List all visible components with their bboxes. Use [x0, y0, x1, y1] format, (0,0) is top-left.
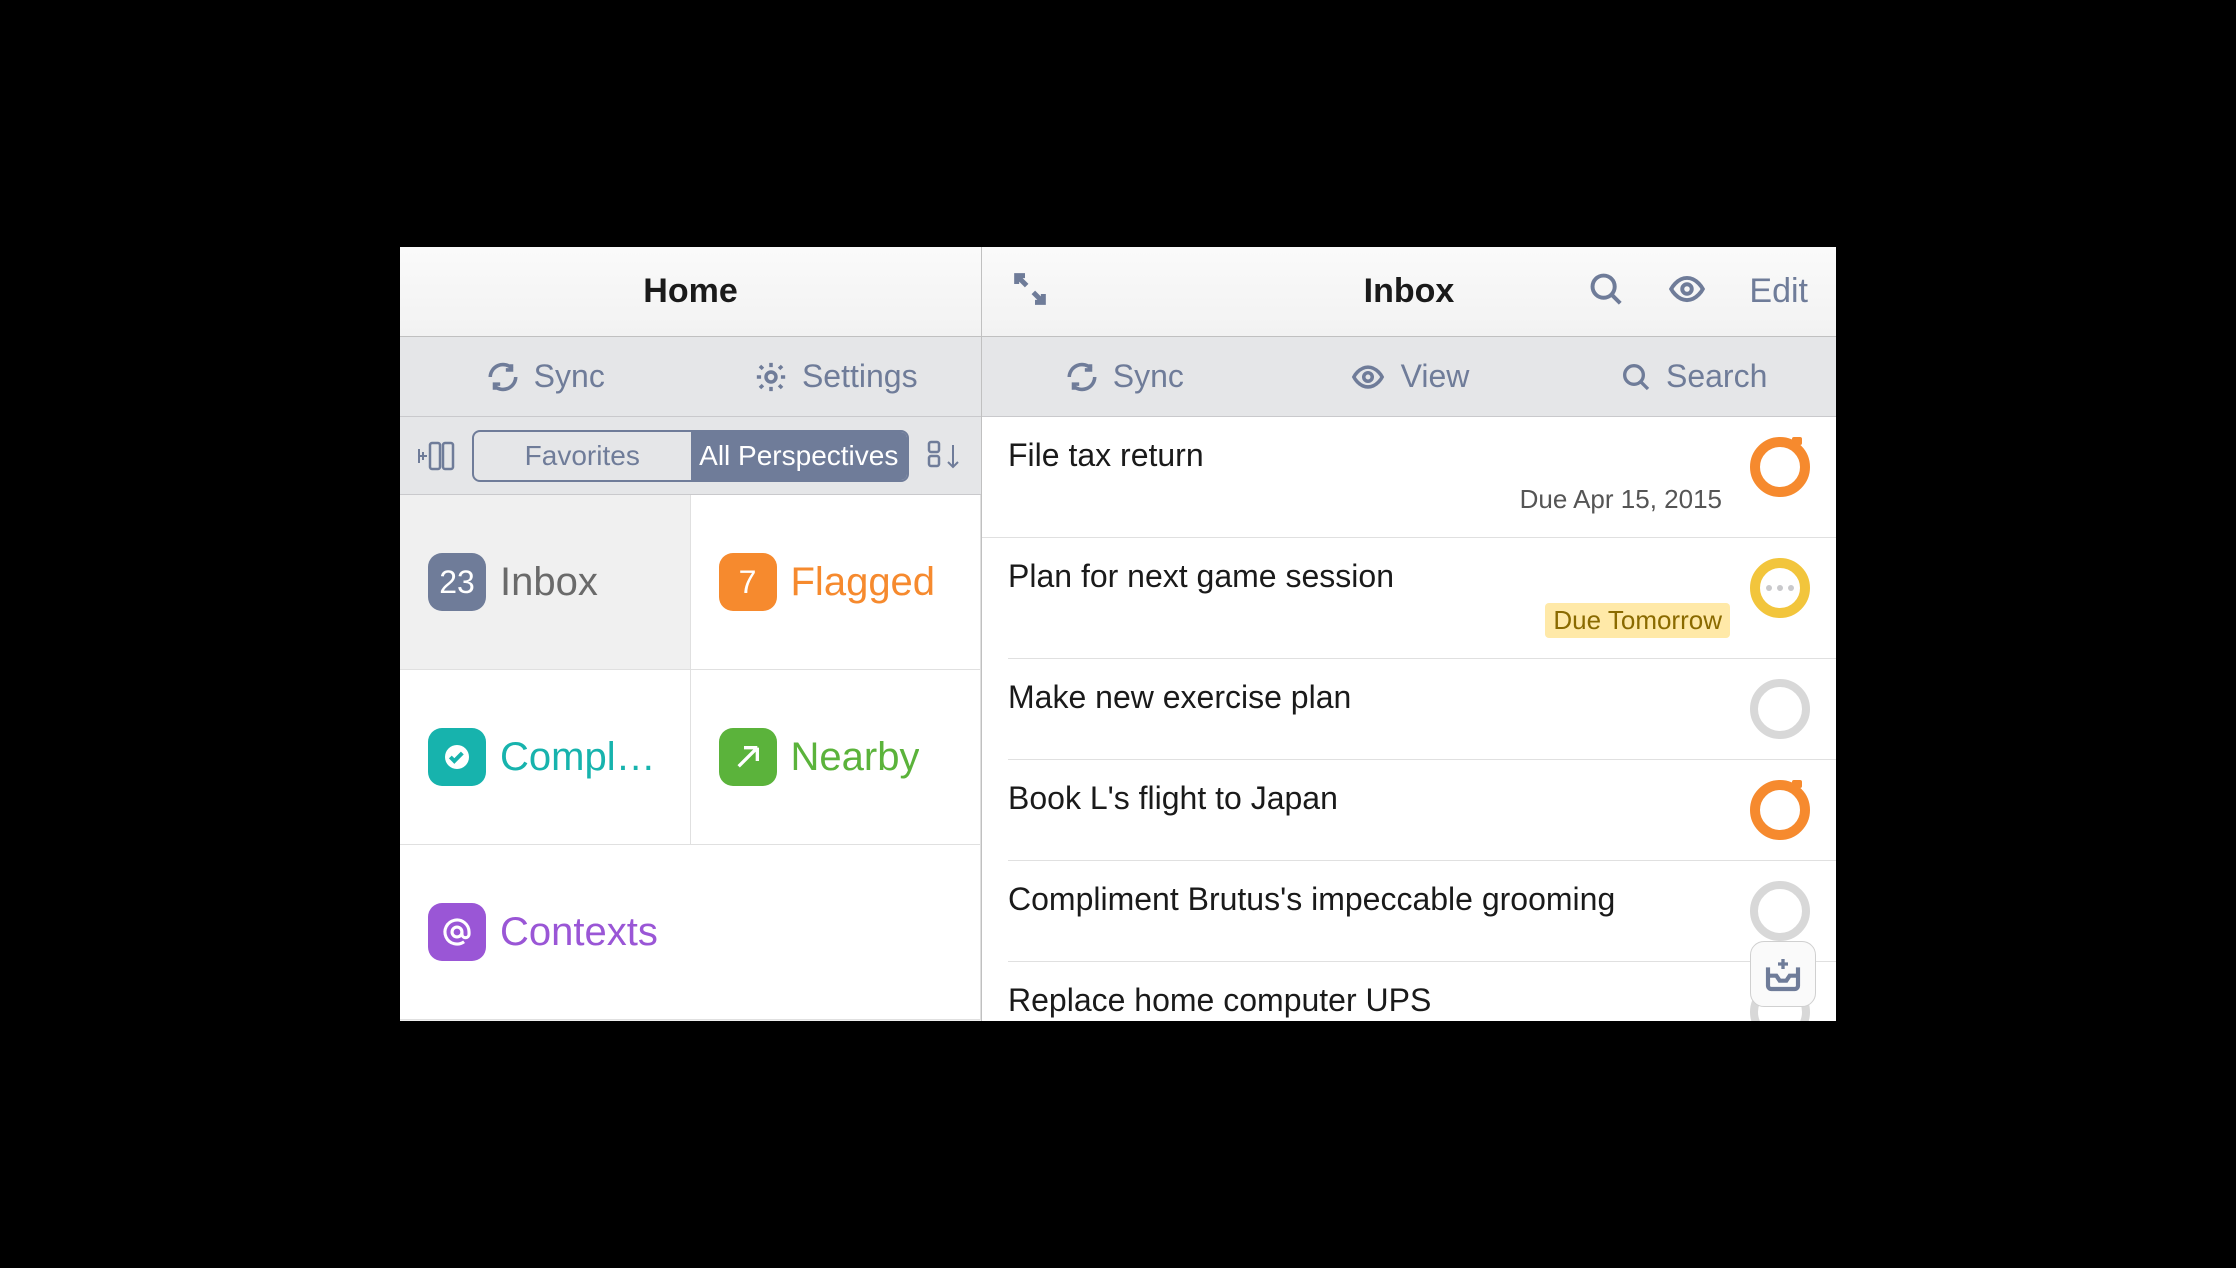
- expand-button[interactable]: [1010, 269, 1050, 314]
- edit-button[interactable]: Edit: [1749, 272, 1808, 311]
- arrange-icon: [926, 439, 964, 473]
- add-column-icon: [416, 439, 456, 473]
- detail-topbar: Inbox Edit: [982, 247, 1836, 337]
- perspective-tile-compl[interactable]: Compl…: [400, 670, 691, 845]
- perspective-grid: 23 Inbox 7 Flagged Compl… Nearby Contexts: [400, 495, 981, 1021]
- detail-toolbar: Sync View Search: [982, 337, 1836, 417]
- new-inbox-item-button[interactable]: [1750, 941, 1816, 1007]
- task-item[interactable]: Replace home computer UPS: [1008, 962, 1836, 1021]
- view-options-button[interactable]: [1665, 270, 1709, 313]
- inbox-plus-icon: [1763, 954, 1803, 994]
- perspective-label: Compl…: [500, 735, 656, 780]
- perspective-tile-inbox[interactable]: 23 Inbox: [400, 495, 691, 670]
- perspective-label: Contexts: [500, 910, 658, 955]
- perspective-label: Nearby: [791, 735, 920, 780]
- task-item[interactable]: Plan for next game session Due Tomorrow: [1008, 538, 1836, 659]
- arrow-icon: [719, 728, 777, 786]
- task-status-circle[interactable]: [1750, 881, 1810, 941]
- task-item[interactable]: Compliment Brutus's impeccable grooming: [1008, 861, 1836, 962]
- search-icon: [1587, 270, 1625, 308]
- segment-all-perspectives[interactable]: All Perspectives: [691, 432, 908, 480]
- sync-button[interactable]: Sync: [400, 337, 691, 416]
- add-perspective-button[interactable]: [410, 439, 462, 473]
- sync-icon: [1065, 360, 1099, 394]
- eye-icon: [1665, 270, 1709, 308]
- perspective-label: Inbox: [500, 560, 598, 605]
- gear-icon: [754, 360, 788, 394]
- perspective-segment[interactable]: Favorites All Perspectives: [472, 430, 909, 482]
- at-icon: [428, 903, 486, 961]
- task-item[interactable]: Make new exercise plan: [1008, 659, 1836, 760]
- detail-view-button[interactable]: View: [1267, 337, 1552, 416]
- detail-pane: Inbox Edit Sync View Se: [982, 247, 1836, 1021]
- sync-label: Sync: [1113, 358, 1184, 395]
- check-icon: [428, 728, 486, 786]
- task-title: Book L's flight to Japan: [1008, 780, 1730, 817]
- task-list[interactable]: File tax return Due Apr 15, 2015 Plan for …: [982, 417, 1836, 1021]
- task-title: Compliment Brutus's impeccable grooming: [1008, 881, 1730, 918]
- sidebar-title: Home: [400, 272, 981, 311]
- sidebar-topbar: Home: [400, 247, 981, 337]
- task-status-circle[interactable]: [1750, 558, 1810, 618]
- perspective-mode-row: Favorites All Perspectives: [400, 417, 981, 495]
- sync-label: Sync: [534, 358, 605, 395]
- task-due-label: Due Apr 15, 2015: [1512, 482, 1730, 517]
- task-status-circle[interactable]: [1750, 679, 1810, 739]
- task-due-label: Due Tomorrow: [1545, 603, 1730, 638]
- perspective-label: Flagged: [791, 560, 936, 605]
- search-icon: [1620, 361, 1652, 393]
- perspective-tile-flagged[interactable]: 7 Flagged: [691, 495, 982, 670]
- task-item[interactable]: File tax return Due Apr 15, 2015: [982, 417, 1836, 538]
- task-title: Plan for next game session: [1008, 558, 1730, 595]
- view-label: View: [1401, 358, 1470, 395]
- count-badge: 23: [428, 553, 486, 611]
- settings-button[interactable]: Settings: [691, 337, 982, 416]
- detail-sync-button[interactable]: Sync: [982, 337, 1267, 416]
- sidebar-pane: Home Sync Settings Favorites All Perspec…: [400, 247, 982, 1021]
- search-button[interactable]: [1587, 270, 1625, 313]
- sync-icon: [486, 360, 520, 394]
- detail-search-button[interactable]: Search: [1551, 337, 1836, 416]
- task-title: Make new exercise plan: [1008, 679, 1730, 716]
- perspective-tile-nearby[interactable]: Nearby: [691, 670, 982, 845]
- arrange-perspectives-button[interactable]: [919, 439, 971, 473]
- segment-favorites[interactable]: Favorites: [474, 432, 691, 480]
- task-title: File tax return: [1008, 437, 1730, 474]
- search-label: Search: [1666, 358, 1767, 395]
- eye-icon: [1349, 360, 1387, 394]
- perspective-tile-contexts[interactable]: Contexts: [400, 845, 981, 1020]
- count-badge: 7: [719, 553, 777, 611]
- task-status-circle[interactable]: [1750, 780, 1810, 840]
- task-item[interactable]: Book L's flight to Japan: [1008, 760, 1836, 861]
- task-status-circle[interactable]: [1750, 437, 1810, 497]
- task-title: Replace home computer UPS: [1008, 982, 1730, 1019]
- sidebar-toolbar: Sync Settings: [400, 337, 981, 417]
- settings-label: Settings: [802, 358, 918, 395]
- expand-icon: [1010, 269, 1050, 309]
